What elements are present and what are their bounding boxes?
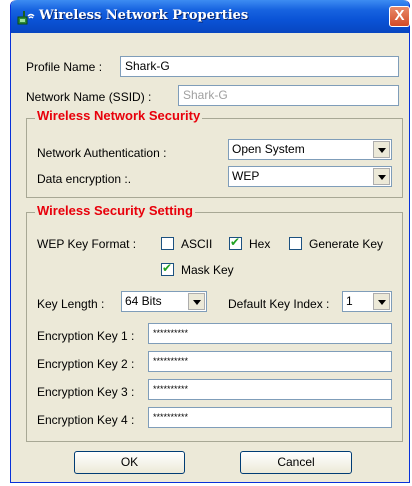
encryption-key-3-label: Encryption Key 3 : [37,385,135,399]
generate-key-label: Generate Key [309,237,384,251]
window-title: Wireless Network Properties [39,8,249,23]
default-key-index-label: Default Key Index : [228,297,330,311]
key-length-select[interactable]: 64 Bits [121,291,207,312]
hex-checkbox[interactable] [229,235,242,250]
chevron-down-icon[interactable] [373,141,390,158]
ssid-label: Network Name (SSID) : [26,90,152,104]
chevron-down-icon[interactable] [373,168,390,185]
close-button[interactable]: X [389,6,410,27]
dialog-window: Wireless Network Properties X Profile Na… [10,0,410,483]
encryption-key-4-label: Encryption Key 4 : [37,413,135,427]
chevron-down-icon[interactable] [373,293,390,310]
key-format-label: WEP Key Format : [37,237,137,251]
ascii-checkbox[interactable] [161,237,174,250]
wep-group-title: Wireless Security Setting [35,203,195,218]
ascii-label: ASCII [181,237,213,251]
ok-button[interactable]: OK [74,451,185,474]
profile-name-input[interactable]: Shark-G [120,56,399,77]
generate-key-checkbox[interactable] [289,237,302,250]
encryption-label: Data encryption :. [37,172,132,186]
encryption-key-1-input[interactable]: ********** [148,323,392,344]
encryption-key-2-label: Encryption Key 2 : [37,357,135,371]
ssid-input[interactable]: Shark-G [178,85,399,106]
close-icon: X [394,7,405,24]
profile-name-label: Profile Name : [26,60,103,74]
mask-key-label: Mask Key [181,263,234,277]
wireless-network-icon [17,11,35,25]
auth-label: Network Authentication : [37,146,167,160]
encryption-key-2-input[interactable]: ********** [148,351,392,372]
key-length-value: 64 Bits [125,294,162,308]
security-group-title: Wireless Network Security [35,108,203,123]
cancel-button[interactable]: Cancel [240,451,352,474]
chevron-down-icon[interactable] [188,293,205,310]
encryption-key-4-input[interactable]: ********** [148,407,392,428]
default-key-index-value: 1 [346,294,353,308]
encryption-select[interactable]: WEP [228,166,392,187]
auth-value: Open System [232,142,305,156]
hex-label: Hex [249,237,271,251]
encryption-value: WEP [232,169,260,183]
encryption-key-3-input[interactable]: ********** [148,379,392,400]
auth-select[interactable]: Open System [228,139,392,160]
encryption-key-1-label: Encryption Key 1 : [37,329,135,343]
title-bar[interactable]: Wireless Network Properties X [11,0,410,33]
default-key-index-select[interactable]: 1 [342,291,392,312]
key-length-label: Key Length : [37,297,105,311]
mask-key-checkbox[interactable] [161,261,174,276]
